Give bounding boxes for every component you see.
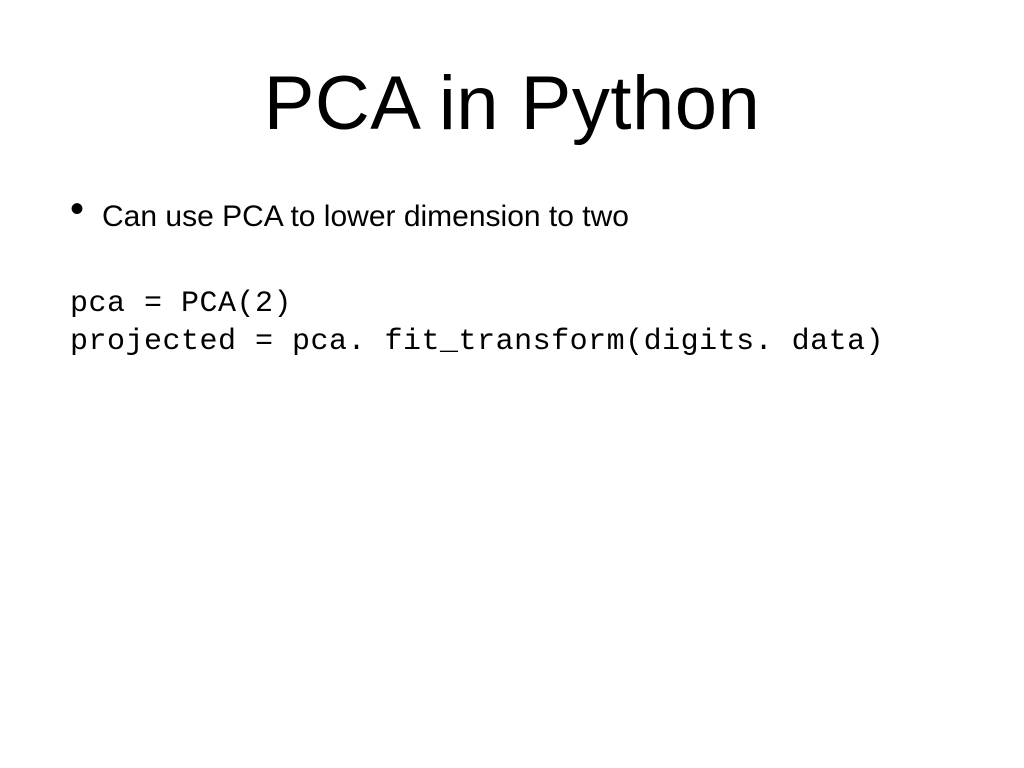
slide-title: PCA in Python [60,60,964,147]
code-block: pca = PCA(2) projected = pca. fit_transf… [70,285,964,361]
code-line-2: projected = pca. fit_transform(digits. d… [70,325,884,359]
code-line-1: pca = PCA(2) [70,287,292,321]
bullet-text: Can use PCA to lower dimension to two [102,197,629,235]
bullet-dot-icon: • [70,199,84,219]
bullet-item: • Can use PCA to lower dimension to two [70,197,964,235]
slide: PCA in Python • Can use PCA to lower dim… [0,0,1024,768]
